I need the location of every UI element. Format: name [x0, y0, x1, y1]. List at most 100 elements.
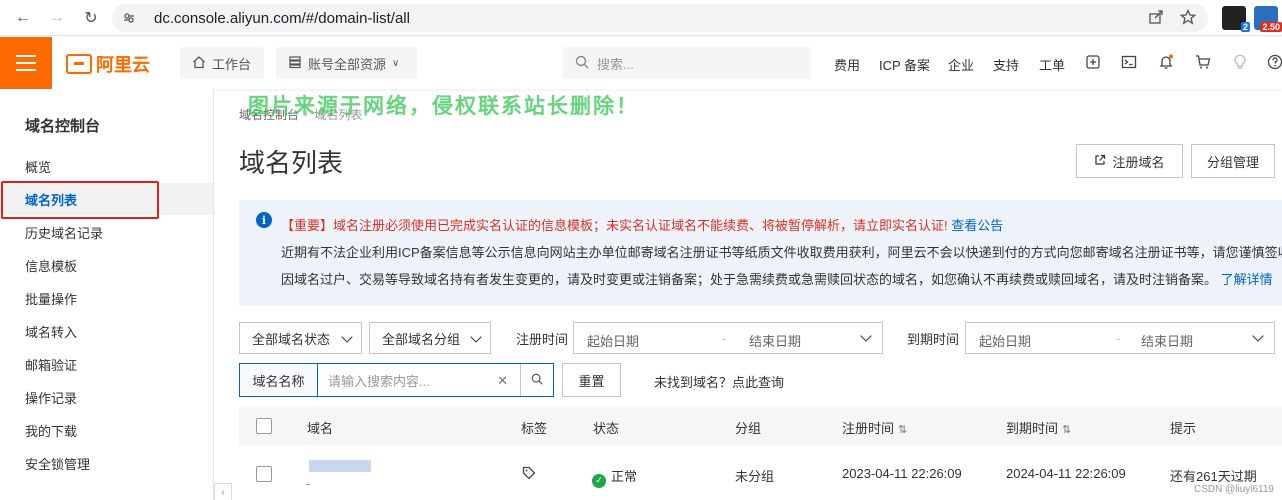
cart-icon[interactable] — [1194, 53, 1212, 71]
info-icon: i — [256, 212, 272, 228]
reg-date-range-picker[interactable]: 起始日期 - 结束日期 — [573, 322, 883, 354]
clear-icon[interactable]: ✕ — [497, 373, 508, 389]
view-announcement-link[interactable]: 查看公告 — [951, 218, 1003, 233]
back-icon[interactable]: ← — [12, 7, 34, 29]
resources-dropdown[interactable]: 账号全部资源 ∨ — [276, 47, 417, 79]
exp-start-date[interactable]: 起始日期 — [979, 331, 1031, 350]
reg-end-date[interactable]: 结束日期 — [749, 331, 801, 350]
sidebar-item-batch[interactable]: 批量操作 — [0, 282, 213, 314]
console-search-placeholder: 搜索... — [597, 56, 634, 72]
search-button[interactable] — [520, 364, 553, 396]
bookmark-star-icon[interactable] — [1179, 8, 1197, 28]
sidebar-item-history[interactable]: 历史域名记录 — [0, 216, 213, 248]
site-info-icon[interactable] — [122, 11, 136, 25]
console-topnav: 阿里云 工作台 账号全部资源 ∨ 搜索... 费用 ICP 备案 企业 支持 工… — [0, 37, 1282, 89]
domain-name-redacted[interactable] — [309, 460, 371, 472]
notice-line-1: 【重要】域名注册必须使用已完成实名认证的信息模板；未实名认证域名不能续费、将被暂… — [281, 215, 1003, 234]
menu-icon[interactable] — [0, 37, 52, 89]
annotation-highlight-box — [1, 181, 159, 219]
extension-1-icon[interactable]: 2 — [1222, 6, 1250, 32]
select-all-checkbox[interactable] — [256, 418, 272, 434]
exp-time-label: 到期时间 — [907, 332, 960, 347]
sidebar-item-overview[interactable]: 概览 — [0, 150, 213, 182]
app-icon[interactable] — [1084, 53, 1102, 71]
row-checkbox[interactable] — [256, 466, 272, 482]
col-domain: 域名 — [307, 421, 334, 436]
console-search-input[interactable]: 搜索... — [563, 47, 811, 79]
domain-search-placeholder: 请输入搜索内容... — [328, 373, 430, 389]
notice-line-3: 因域名过户、交易等导致域名持有者发生变更的，请及时变更或注销备案；处于急需续费或… — [281, 269, 1273, 288]
extension-2-badge: 2.50 — [1260, 22, 1282, 32]
domain-status-value: 全部域名状态 — [252, 331, 331, 347]
notice-banner: i 【重要】域名注册必须使用已完成实名认证的信息模板；未实名认证域名不能续费、将… — [239, 200, 1282, 306]
exp-time-cell: 2024-04-11 22:26:09 — [1006, 466, 1126, 481]
date-separator: - — [1116, 331, 1121, 346]
address-bar[interactable]: dc.console.aliyun.com/#/domain-list/all — [112, 4, 1208, 32]
nav-link-enterprise[interactable]: 企业 — [948, 55, 974, 74]
sort-icon[interactable]: ⇅ — [1062, 423, 1071, 436]
search-icon — [575, 55, 589, 72]
col-tags: 标签 — [521, 421, 548, 436]
status-cell: ✓ 正常 — [592, 466, 637, 488]
reload-icon[interactable]: ↻ — [80, 7, 102, 29]
workbench-label: 工作台 — [212, 56, 252, 72]
sidebar-collapse-icon[interactable]: ‹ — [214, 483, 232, 500]
forward-icon[interactable]: → — [46, 7, 68, 29]
page-title: 域名列表 — [239, 148, 344, 178]
terminal-icon[interactable] — [1120, 53, 1138, 71]
lightbulb-icon[interactable] — [1231, 53, 1249, 71]
sidebar-item-transfer-in[interactable]: 域名转入 — [0, 315, 213, 347]
nav-link-icp[interactable]: ICP 备案 — [879, 55, 930, 74]
sidebar-item-security-lock[interactable]: 安全锁管理 — [0, 447, 213, 479]
chevron-down-icon — [1252, 330, 1264, 342]
reset-button[interactable]: 重置 — [562, 363, 621, 397]
sidebar-item-operation-log[interactable]: 操作记录 — [0, 381, 213, 413]
bell-icon[interactable] — [1157, 53, 1175, 71]
date-separator: - — [722, 331, 727, 346]
domain-search-group: 域名名称 请输入搜索内容... ✕ — [239, 363, 554, 397]
reg-time-label: 注册时间 — [516, 332, 569, 347]
sidebar-item-downloads[interactable]: 我的下载 — [0, 414, 213, 446]
nav-link-billing[interactable]: 费用 — [834, 55, 860, 74]
workbench-button[interactable]: 工作台 — [180, 47, 264, 79]
exp-end-date[interactable]: 结束日期 — [1141, 331, 1193, 350]
col-status: 状态 — [593, 421, 620, 436]
logo-text: 阿里云 — [96, 55, 150, 75]
sidebar-title: 域名控制台 — [25, 118, 101, 135]
nav-link-tickets[interactable]: 工单 — [1039, 55, 1065, 74]
sidebar-item-templates[interactable]: 信息模板 — [0, 249, 213, 281]
chevron-down-icon — [470, 331, 482, 343]
col-reg-time[interactable]: 注册时间 ⇅ — [842, 418, 907, 437]
tag-icon[interactable] — [522, 466, 536, 483]
exp-date-range-picker[interactable]: 起始日期 - 结束日期 — [965, 322, 1275, 354]
home-icon — [192, 55, 206, 72]
sort-icon[interactable]: ⇅ — [898, 423, 907, 436]
chevron-down-icon — [860, 330, 872, 342]
search-icon — [531, 373, 543, 388]
domain-lookup-link[interactable]: 未找到域名？点此查询 — [654, 372, 784, 391]
reg-start-date[interactable]: 起始日期 — [587, 331, 639, 350]
help-icon[interactable] — [1266, 53, 1282, 71]
url-text[interactable]: dc.console.aliyun.com/#/domain-list/all — [154, 10, 410, 27]
share-icon[interactable] — [1148, 9, 1164, 28]
col-reg-time-label: 注册时间 — [842, 421, 895, 436]
domain-search-input[interactable]: 请输入搜索内容... ✕ — [318, 364, 520, 396]
resources-label: 账号全部资源 — [308, 56, 387, 72]
extension-2-icon[interactable]: 2.50 — [1254, 6, 1282, 32]
register-domain-button[interactable]: 注册域名 — [1076, 144, 1183, 178]
learn-more-link[interactable]: 了解详情 — [1221, 272, 1273, 287]
col-exp-time[interactable]: 到期时间 ⇅ — [1006, 418, 1071, 437]
domain-group-select[interactable]: 全部域名分组 — [369, 322, 491, 354]
aliyun-logo[interactable]: 阿里云 — [66, 51, 150, 77]
domain-status-select[interactable]: 全部域名状态 — [239, 322, 362, 354]
resources-icon — [288, 55, 302, 72]
tip-cell: 还有261天过期 — [1170, 469, 1257, 484]
notice-line-2: 近期有不法企业利用ICP备案信息等公示信息向网站主办单位邮寄域名注册证书等纸质文… — [281, 245, 1282, 260]
search-field-select[interactable]: 域名名称 — [240, 364, 318, 396]
col-exp-time-label: 到期时间 — [1006, 421, 1059, 436]
nav-link-support[interactable]: 支持 — [993, 55, 1019, 74]
chevron-down-icon — [341, 331, 353, 343]
col-group: 分组 — [735, 421, 762, 436]
group-manage-button[interactable]: 分组管理 — [1191, 144, 1275, 178]
sidebar-item-email-verify[interactable]: 邮箱验证 — [0, 348, 213, 380]
